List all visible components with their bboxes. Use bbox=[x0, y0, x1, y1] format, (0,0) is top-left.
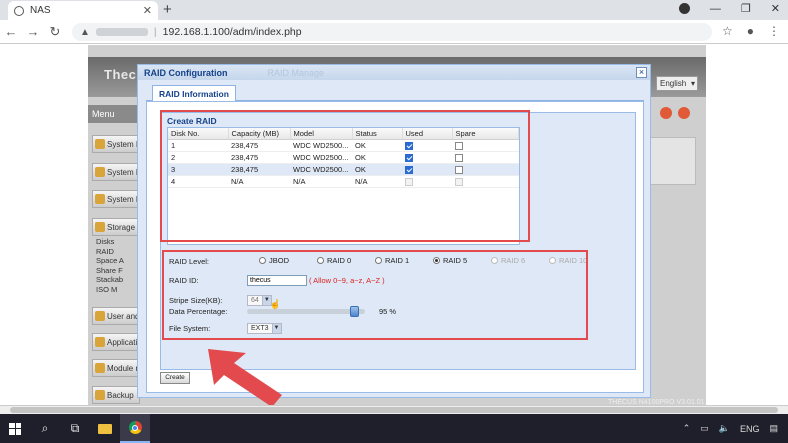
back-icon[interactable]: ← bbox=[0, 24, 22, 39]
forward-icon[interactable]: → bbox=[22, 24, 44, 39]
dialog-close-button[interactable]: × bbox=[636, 67, 647, 78]
submenu-raid[interactable]: RAID bbox=[96, 247, 124, 257]
volume-icon[interactable]: 🔈 bbox=[719, 423, 730, 434]
dialog-title: RAID Configuration bbox=[144, 67, 228, 78]
windows-icon bbox=[9, 422, 21, 435]
bookmark-star-icon[interactable]: ☆ bbox=[722, 24, 733, 38]
submenu-share[interactable]: Share F bbox=[96, 266, 124, 276]
restore-icon[interactable]: ❐ bbox=[741, 2, 751, 15]
address-input[interactable]: ▲ | 192.168.1.100/adm/index.php bbox=[72, 23, 712, 41]
tools-icon bbox=[95, 167, 105, 177]
language-select[interactable]: English ▾ bbox=[656, 76, 698, 91]
submenu-disks[interactable]: Disks bbox=[96, 237, 124, 247]
scrollbar-thumb[interactable] bbox=[10, 407, 778, 413]
browser-tab-bar: NAS ✕ + — ❐ ✕ bbox=[0, 0, 788, 20]
tab-raid-information[interactable]: RAID Information bbox=[152, 85, 236, 101]
module-icon bbox=[95, 363, 105, 373]
more-menu-icon[interactable]: ⋮ bbox=[768, 24, 780, 38]
right-panel bbox=[650, 137, 696, 185]
monitor-icon bbox=[95, 194, 105, 204]
sidebar-system-info[interactable]: System I bbox=[92, 135, 140, 153]
submenu-stackable[interactable]: Stackab bbox=[96, 275, 124, 285]
page-content: Thecus English ▾ Menu System I System N … bbox=[0, 45, 788, 407]
storage-icon bbox=[95, 222, 105, 232]
address-text: 192.168.1.100/adm/index.php bbox=[162, 26, 302, 38]
tray-chevron-up-icon[interactable]: ⌃ bbox=[683, 423, 691, 434]
submenu-iso[interactable]: ISO M bbox=[96, 285, 124, 295]
highlight-create-raid bbox=[160, 110, 530, 242]
not-secure-icon[interactable]: ▲ bbox=[80, 27, 90, 38]
new-tab-button[interactable]: + bbox=[163, 1, 172, 18]
language-indicator[interactable]: ENG bbox=[740, 424, 760, 434]
shutdown-icon[interactable] bbox=[678, 107, 690, 119]
red-arrow-icon bbox=[208, 349, 282, 407]
reload-icon[interactable]: ↻ bbox=[44, 24, 66, 40]
close-window-icon[interactable]: ✕ bbox=[771, 2, 780, 15]
search-icon[interactable]: ⌕ bbox=[30, 414, 60, 443]
window-controls: — ❐ ✕ bbox=[678, 2, 780, 15]
network-icon[interactable]: ▭ bbox=[700, 423, 709, 434]
system-tray: ⌃ ▭ 🔈 ENG ▤ bbox=[683, 423, 788, 434]
sidebar-user-group[interactable]: User and bbox=[92, 307, 140, 325]
create-button[interactable]: Create bbox=[160, 372, 190, 384]
highlight-raid-form bbox=[162, 250, 588, 340]
backup-icon bbox=[95, 390, 105, 400]
dialog-ghost-title: RAID Manage bbox=[267, 67, 325, 78]
horizontal-scrollbar[interactable] bbox=[0, 405, 788, 414]
sidebar-system-network[interactable]: System N bbox=[92, 163, 140, 181]
browser-tab[interactable]: NAS ✕ bbox=[8, 1, 158, 20]
submenu-space[interactable]: Space A bbox=[96, 256, 124, 266]
account-icon[interactable]: ● bbox=[747, 24, 754, 38]
address-bar-row: ← → ↻ ▲ | 192.168.1.100/adm/index.php ☆ … bbox=[0, 20, 788, 44]
task-view-icon[interactable]: ⧉ bbox=[60, 414, 90, 443]
users-icon bbox=[95, 311, 105, 321]
tab-title: NAS bbox=[30, 5, 51, 16]
sidebar-backup[interactable]: Backup bbox=[92, 386, 140, 404]
sidebar-module[interactable]: Module n bbox=[92, 359, 140, 377]
dialog-title-bar: RAID Configuration RAID Manage bbox=[138, 65, 650, 80]
header-action-icons bbox=[660, 107, 690, 119]
sidebar-application[interactable]: Applicatio bbox=[92, 333, 140, 351]
info-icon bbox=[95, 139, 105, 149]
chrome-icon[interactable] bbox=[120, 414, 150, 443]
sidebar-storage[interactable]: Storage bbox=[92, 218, 140, 236]
taskbar: ⌕ ⧉ ⌃ ▭ 🔈 ENG ▤ bbox=[0, 414, 788, 443]
redacted-label bbox=[95, 28, 148, 36]
toolbar-right: ☆ ● ⋮ bbox=[722, 24, 780, 38]
notifications-icon[interactable]: ▤ bbox=[769, 423, 778, 434]
globe-icon bbox=[14, 5, 24, 16]
close-tab-icon[interactable]: ✕ bbox=[143, 4, 152, 17]
dialog-tabs: RAID Information bbox=[146, 85, 644, 101]
storage-submenu: Disks RAID Space A Share F Stackab ISO M bbox=[96, 237, 124, 294]
start-button[interactable] bbox=[0, 414, 30, 443]
file-explorer-icon[interactable] bbox=[90, 414, 120, 443]
chevron-down-icon: ▾ bbox=[690, 79, 695, 88]
profile-icon[interactable] bbox=[678, 3, 690, 14]
sidebar-system-management[interactable]: System N bbox=[92, 190, 140, 208]
minimize-icon[interactable]: — bbox=[710, 3, 721, 15]
logout-icon[interactable] bbox=[660, 107, 672, 119]
application-icon bbox=[95, 337, 105, 347]
menu-header: Menu bbox=[88, 105, 142, 123]
